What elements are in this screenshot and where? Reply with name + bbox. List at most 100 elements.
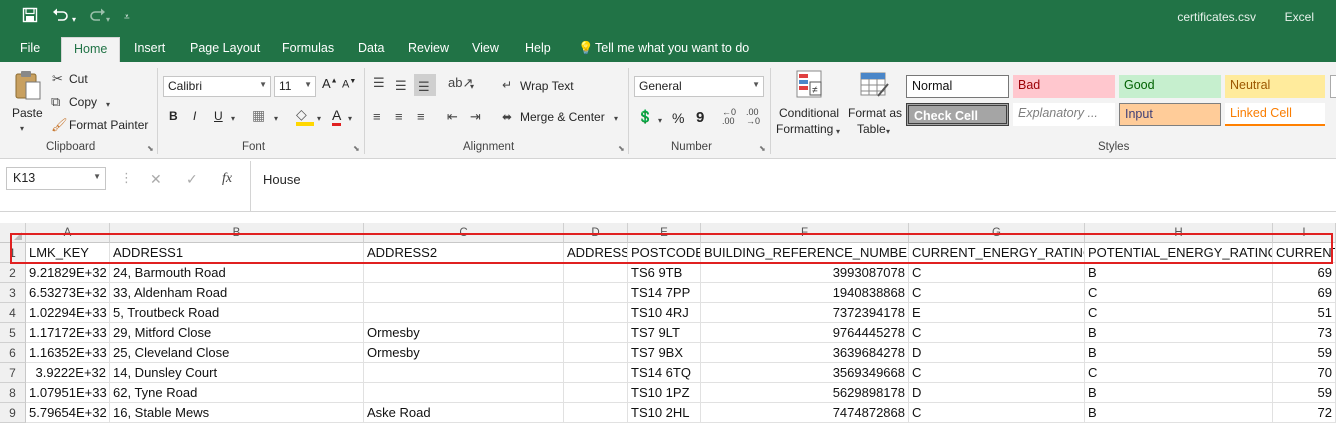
- table-cell[interactable]: CURRENT_: [1273, 243, 1336, 263]
- column-header-b[interactable]: B: [110, 223, 364, 243]
- number-format-select[interactable]: General ▼: [634, 76, 764, 97]
- table-cell[interactable]: 14, Dunsley Court: [110, 363, 364, 383]
- style-gallery-next[interactable]: [1330, 75, 1336, 98]
- cut-button[interactable]: Cut: [69, 72, 88, 86]
- table-cell[interactable]: TS10 2HL: [628, 403, 701, 423]
- table-cell[interactable]: C: [909, 263, 1085, 283]
- format-painter-icon[interactable]: 🖌: [51, 118, 68, 132]
- table-cell[interactable]: [364, 303, 564, 323]
- table-cell[interactable]: 3993087078: [701, 263, 909, 283]
- table-cell[interactable]: 33, Aldenham Road: [110, 283, 364, 303]
- style-linked-cell[interactable]: Linked Cell: [1225, 103, 1325, 126]
- insert-function-button[interactable]: fx: [222, 171, 232, 187]
- row-header[interactable]: 6: [0, 343, 26, 363]
- align-middle-icon[interactable]: ☰: [395, 79, 407, 93]
- number-launcher-icon[interactable]: ⬊: [759, 144, 766, 153]
- table-cell[interactable]: [364, 263, 564, 283]
- fill-color-icon[interactable]: ◇: [296, 107, 314, 126]
- decrease-indent-icon[interactable]: ⇤: [447, 110, 458, 124]
- table-cell[interactable]: [364, 383, 564, 403]
- table-cell[interactable]: BUILDING_REFERENCE_NUMBER: [701, 243, 909, 263]
- table-cell[interactable]: D: [909, 383, 1085, 403]
- table-cell[interactable]: B: [1085, 403, 1273, 423]
- undo-icon[interactable]: [52, 7, 70, 28]
- decrease-decimal-icon[interactable]: .00 →0: [746, 108, 760, 126]
- format-painter-button[interactable]: Format Painter: [69, 118, 148, 132]
- table-cell[interactable]: [564, 323, 628, 343]
- table-cell[interactable]: 72: [1273, 403, 1336, 423]
- fill-color-dropdown-icon[interactable]: ▾: [317, 112, 321, 126]
- table-cell[interactable]: 3639684278: [701, 343, 909, 363]
- table-cell[interactable]: 1.02294E+33: [26, 303, 110, 323]
- table-cell[interactable]: C: [909, 403, 1085, 423]
- table-cell[interactable]: LMK_KEY: [26, 243, 110, 263]
- tab-page-layout[interactable]: Page Layout: [190, 40, 260, 56]
- row-header[interactable]: 5: [0, 323, 26, 343]
- clipboard-launcher-icon[interactable]: ⬊: [147, 144, 154, 153]
- increase-indent-icon[interactable]: ⇥: [470, 110, 481, 124]
- tab-formulas[interactable]: Formulas: [282, 40, 334, 56]
- bold-button[interactable]: B: [169, 109, 178, 123]
- wrap-text-button[interactable]: Wrap Text: [520, 79, 574, 93]
- paste-icon[interactable]: [14, 70, 42, 105]
- paste-button[interactable]: Paste: [12, 106, 43, 120]
- column-header-e[interactable]: E: [628, 223, 701, 243]
- row-header[interactable]: 4: [0, 303, 26, 323]
- table-cell[interactable]: 5, Troutbeck Road: [110, 303, 364, 323]
- align-top-icon[interactable]: ☰: [373, 76, 385, 90]
- table-cell[interactable]: TS14 7PP: [628, 283, 701, 303]
- font-launcher-icon[interactable]: ⬊: [353, 144, 360, 153]
- column-header-a[interactable]: A: [26, 223, 110, 243]
- table-cell[interactable]: [564, 283, 628, 303]
- cancel-entry-button[interactable]: ✕: [150, 171, 162, 188]
- conditional-formatting-line1[interactable]: Conditional: [779, 106, 839, 120]
- table-cell[interactable]: B: [1085, 383, 1273, 403]
- name-box[interactable]: K13 ▼: [6, 167, 106, 190]
- table-cell[interactable]: B: [1085, 343, 1273, 363]
- align-bottom-icon[interactable]: ☰: [414, 74, 436, 96]
- table-cell[interactable]: 5629898178: [701, 383, 909, 403]
- customize-icon[interactable]: ⩡: [124, 9, 130, 27]
- column-header-c[interactable]: C: [364, 223, 564, 243]
- table-cell[interactable]: 62, Tyne Road: [110, 383, 364, 403]
- table-cell[interactable]: 3.9222E+32: [26, 363, 110, 383]
- style-neutral[interactable]: Neutral: [1225, 75, 1325, 98]
- row-header[interactable]: 9: [0, 403, 26, 423]
- table-cell[interactable]: 29, Mitford Close: [110, 323, 364, 343]
- merge-dropdown-icon[interactable]: ▾: [614, 112, 618, 126]
- font-size-select[interactable]: 11 ▼: [274, 76, 316, 97]
- tab-view[interactable]: View: [472, 40, 499, 56]
- format-as-table-line2[interactable]: Table: [857, 122, 886, 136]
- table-cell[interactable]: [364, 363, 564, 383]
- table-cell[interactable]: TS14 6TQ: [628, 363, 701, 383]
- cut-icon[interactable]: ✂: [52, 72, 63, 86]
- tab-file[interactable]: File: [20, 40, 40, 56]
- table-cell[interactable]: B: [1085, 263, 1273, 283]
- table-cell[interactable]: 70: [1273, 363, 1336, 383]
- table-cell[interactable]: TS7 9BX: [628, 343, 701, 363]
- table-cell[interactable]: [564, 403, 628, 423]
- merge-center-icon[interactable]: ⬌: [502, 110, 512, 124]
- table-cell[interactable]: C: [1085, 283, 1273, 303]
- align-right-icon[interactable]: ≡: [417, 110, 425, 124]
- table-cell[interactable]: [364, 283, 564, 303]
- italic-button[interactable]: I: [193, 109, 196, 123]
- table-cell[interactable]: [564, 383, 628, 403]
- borders-icon[interactable]: ▦: [252, 108, 265, 122]
- underline-button[interactable]: U: [214, 109, 223, 123]
- table-cell[interactable]: [564, 363, 628, 383]
- style-check-cell[interactable]: Check Cell: [906, 103, 1009, 126]
- table-cell[interactable]: [564, 303, 628, 323]
- table-cell[interactable]: CURRENT_ENERGY_RATING: [909, 243, 1085, 263]
- table-cell[interactable]: D: [909, 343, 1085, 363]
- table-cell[interactable]: 69: [1273, 263, 1336, 283]
- table-cell[interactable]: 5.79654E+32: [26, 403, 110, 423]
- tab-home[interactable]: Home: [61, 37, 121, 62]
- table-cell[interactable]: POTENTIAL_ENERGY_RATING: [1085, 243, 1273, 263]
- table-cell[interactable]: 59: [1273, 343, 1336, 363]
- table-cell[interactable]: E: [909, 303, 1085, 323]
- tab-review[interactable]: Review: [408, 40, 449, 56]
- table-cell[interactable]: ADDRESS1: [110, 243, 364, 263]
- conditional-formatting-dropdown-icon[interactable]: ▾: [836, 125, 840, 139]
- table-cell[interactable]: Aske Road: [364, 403, 564, 423]
